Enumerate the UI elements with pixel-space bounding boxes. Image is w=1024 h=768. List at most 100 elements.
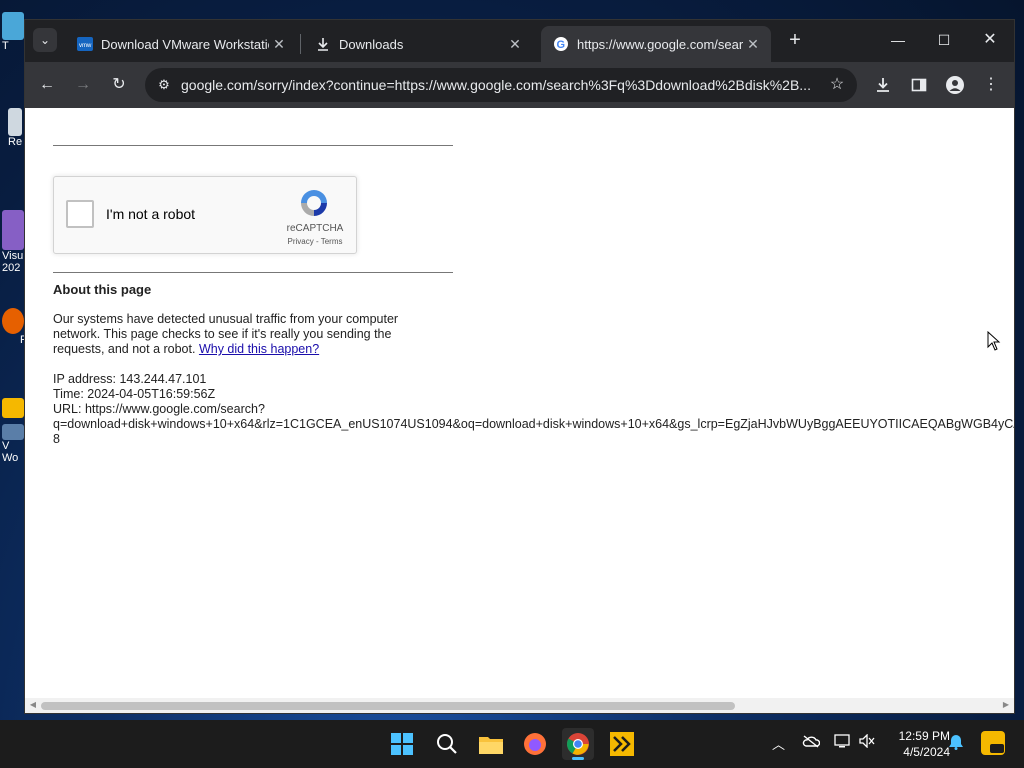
forward-button[interactable]: →	[71, 73, 95, 97]
start-button[interactable]	[386, 728, 418, 760]
url-text[interactable]: google.com/sorry/index?continue=https://…	[181, 77, 811, 93]
recaptcha-label: I'm not a robot	[106, 206, 196, 222]
recaptcha-logo-icon	[298, 187, 330, 219]
url-line: URL: https://www.google.com/search?	[53, 402, 265, 416]
tab-search-button[interactable]: ⌄	[33, 28, 57, 52]
close-icon[interactable]: ✕	[505, 36, 525, 53]
onedrive-icon[interactable]	[802, 734, 821, 751]
tab-strip: ⌄ vmw Download VMware Workstation ✕ Down…	[25, 20, 1014, 62]
mouse-cursor-icon	[987, 331, 1001, 351]
browser-toolbar: ← → ↻ ⚙ google.com/sorry/index?continue=…	[25, 62, 1014, 108]
profile-icon	[946, 76, 964, 98]
tab-separator	[300, 34, 301, 54]
folder-icon	[479, 737, 503, 754]
side-panel-button[interactable]	[907, 73, 931, 97]
tab-title: https://www.google.com/search	[577, 36, 743, 52]
url-query-line: q=download+disk+windows+10+x64&rlz=1C1GC…	[53, 417, 1014, 431]
desktop-icon-firefox[interactable]: F	[2, 308, 24, 366]
recaptcha-checkbox[interactable]	[66, 200, 94, 228]
firefox-icon	[524, 733, 546, 755]
close-window-button[interactable]: ✕	[975, 28, 1005, 52]
search-icon	[437, 734, 457, 754]
unusual-traffic-message: Our systems have detected unusual traffi…	[53, 312, 433, 357]
tab-title: Download VMware Workstation	[101, 36, 269, 52]
tab-downloads[interactable]: Downloads ✕	[303, 26, 533, 62]
clock-date: 4/5/2024	[903, 745, 950, 759]
tab-google-search[interactable]: G https://www.google.com/search ✕	[541, 26, 771, 62]
taskbar-chrome[interactable]	[562, 728, 594, 760]
vmware-workstation-icon	[610, 732, 634, 756]
arrow-left-icon: ←	[39, 76, 55, 93]
taskbar-vmware[interactable]	[606, 728, 638, 760]
chevron-down-icon: ⌄	[39, 33, 51, 47]
menu-button[interactable]: ⋮	[979, 73, 1003, 97]
ip-address-line: IP address: 143.244.47.101	[53, 372, 207, 386]
svg-text:G: G	[557, 39, 566, 51]
url-tail-line: 8	[53, 432, 60, 446]
notification-bell-icon[interactable]	[948, 734, 964, 753]
minimize-button[interactable]: —	[883, 28, 913, 52]
about-heading: About this page	[53, 282, 152, 297]
privacy-link[interactable]: Privacy	[288, 237, 314, 246]
kebab-menu-icon: ⋮	[983, 76, 999, 93]
time-line: Time: 2024-04-05T16:59:56Z	[53, 387, 216, 401]
desktop-icon-label: F	[20, 334, 24, 346]
downloads-button[interactable]	[871, 73, 895, 97]
site-info-icon[interactable]: ⚙	[155, 76, 173, 94]
copilot-pre-icon[interactable]	[980, 730, 1006, 759]
separator: -	[313, 237, 321, 246]
scrollbar-thumb[interactable]	[41, 702, 735, 710]
recaptcha-terms: Privacy - Terms	[280, 237, 350, 246]
tab-vmware[interactable]: vmw Download VMware Workstation ✕	[65, 26, 297, 62]
taskbar: ︿ 12:59 PM 4/5/2024	[0, 720, 1024, 768]
new-tab-button[interactable]: +	[785, 30, 805, 50]
taskbar-search-button[interactable]	[431, 728, 463, 760]
network-icon[interactable]	[834, 734, 852, 751]
volume-muted-icon[interactable]	[858, 733, 876, 751]
chevron-up-icon: ︿	[772, 737, 786, 752]
taskbar-file-explorer[interactable]	[475, 728, 507, 760]
clock-time: 12:59 PM	[898, 729, 950, 743]
show-hidden-icons-button[interactable]: ︿	[772, 734, 785, 753]
taskbar-firefox[interactable]	[519, 728, 551, 760]
google-icon: G	[553, 36, 569, 52]
download-icon	[875, 78, 891, 97]
horizontal-scrollbar[interactable]: ◀ ▶	[25, 698, 1014, 713]
desktop-icon-vmware[interactable]: V Wo	[2, 398, 24, 480]
chrome-icon	[567, 733, 589, 755]
desktop-icon-label: V Wo	[2, 440, 19, 464]
scroll-right-arrow-icon[interactable]: ▶	[1000, 699, 1012, 711]
browser-window: ⌄ vmw Download VMware Workstation ✕ Down…	[25, 20, 1014, 713]
arrow-right-icon: →	[75, 76, 91, 93]
recaptcha-brand: reCAPTCHA	[286, 223, 344, 234]
desktop-icon-label: T	[2, 40, 9, 52]
back-button[interactable]: ←	[35, 73, 59, 97]
desktop-icon-visual-studio[interactable]: Visu 202	[2, 210, 24, 286]
minimize-icon: —	[891, 32, 905, 48]
reload-icon: ↻	[112, 76, 126, 93]
terms-link[interactable]: Terms	[321, 237, 343, 246]
system-clock[interactable]: 12:59 PM 4/5/2024	[880, 728, 950, 760]
maximize-button[interactable]: ☐	[929, 28, 959, 52]
download-icon	[315, 36, 331, 52]
address-bar[interactable]: ⚙ google.com/sorry/index?continue=https:…	[145, 68, 857, 102]
recaptcha-widget: I'm not a robot reCAPTCHA Privacy - Term…	[53, 176, 357, 254]
divider	[53, 145, 453, 146]
close-icon[interactable]: ✕	[743, 36, 763, 53]
close-icon: ✕	[983, 31, 997, 48]
desktop-icon-label: Visu 202	[2, 250, 24, 274]
scroll-left-arrow-icon[interactable]: ◀	[27, 699, 39, 711]
svg-text:vmw: vmw	[79, 43, 92, 49]
why-did-this-happen-link[interactable]: Why did this happen?	[199, 342, 319, 356]
side-panel-icon	[911, 78, 927, 97]
desktop-icon-1[interactable]: T	[2, 12, 24, 70]
reload-button[interactable]: ↻	[107, 73, 131, 97]
close-icon[interactable]: ✕	[269, 36, 289, 53]
profile-button[interactable]	[943, 73, 967, 97]
vmware-icon: vmw	[77, 36, 93, 52]
windows-logo-icon	[391, 733, 413, 755]
divider	[53, 272, 453, 273]
tab-title: Downloads	[339, 36, 404, 52]
bookmark-star-icon[interactable]: ☆	[827, 75, 847, 95]
active-indicator	[572, 757, 584, 760]
